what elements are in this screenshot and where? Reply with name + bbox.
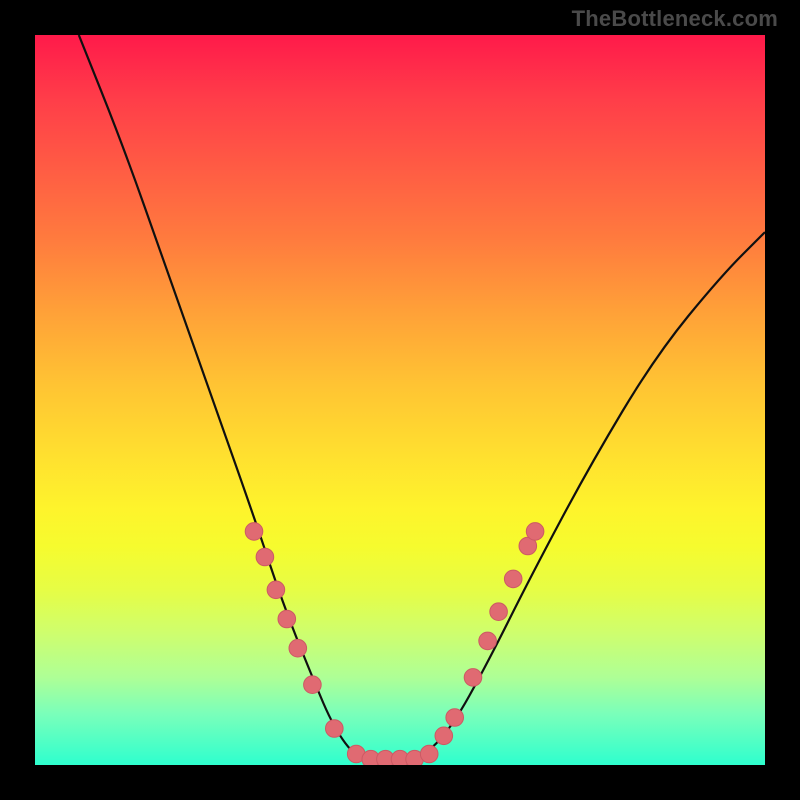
- bottleneck-curve: [79, 35, 765, 761]
- highlight-dot: [479, 632, 497, 650]
- highlight-dot: [420, 745, 438, 763]
- highlight-dot: [289, 639, 307, 657]
- highlight-dot: [464, 669, 482, 687]
- watermark-text: TheBottleneck.com: [572, 6, 778, 32]
- highlight-dot: [526, 523, 544, 541]
- highlight-dots: [245, 523, 544, 765]
- highlight-dot: [490, 603, 508, 621]
- highlight-dot: [504, 570, 522, 588]
- highlight-dot: [446, 709, 464, 727]
- highlight-dot: [267, 581, 285, 599]
- highlight-dot: [256, 548, 274, 566]
- plot-area: [35, 35, 765, 765]
- highlight-dot: [304, 676, 322, 694]
- curve-layer: [35, 35, 765, 765]
- highlight-dot: [326, 720, 344, 738]
- highlight-dot: [278, 610, 296, 628]
- chart-container: TheBottleneck.com: [0, 0, 800, 800]
- highlight-dot: [245, 523, 263, 541]
- highlight-dot: [435, 727, 453, 745]
